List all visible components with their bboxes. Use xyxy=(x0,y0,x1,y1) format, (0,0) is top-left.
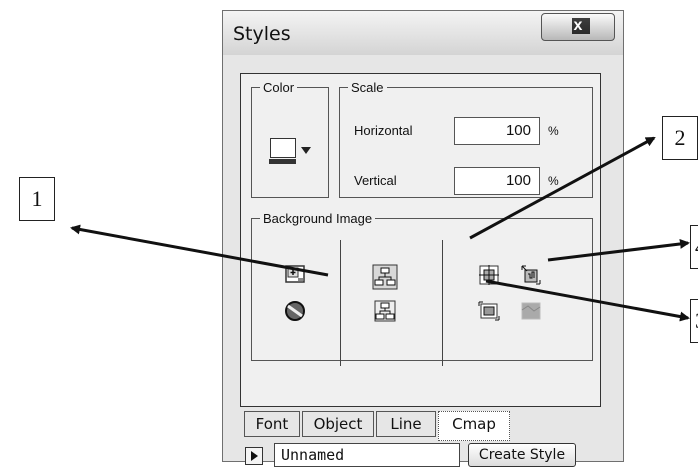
arrow-1 xyxy=(70,224,329,277)
close-icon: x xyxy=(573,17,583,34)
arrow-2 xyxy=(469,136,656,240)
arrow-3 xyxy=(485,279,690,322)
arrow-4 xyxy=(547,239,690,262)
annotation-arrows xyxy=(70,136,690,322)
